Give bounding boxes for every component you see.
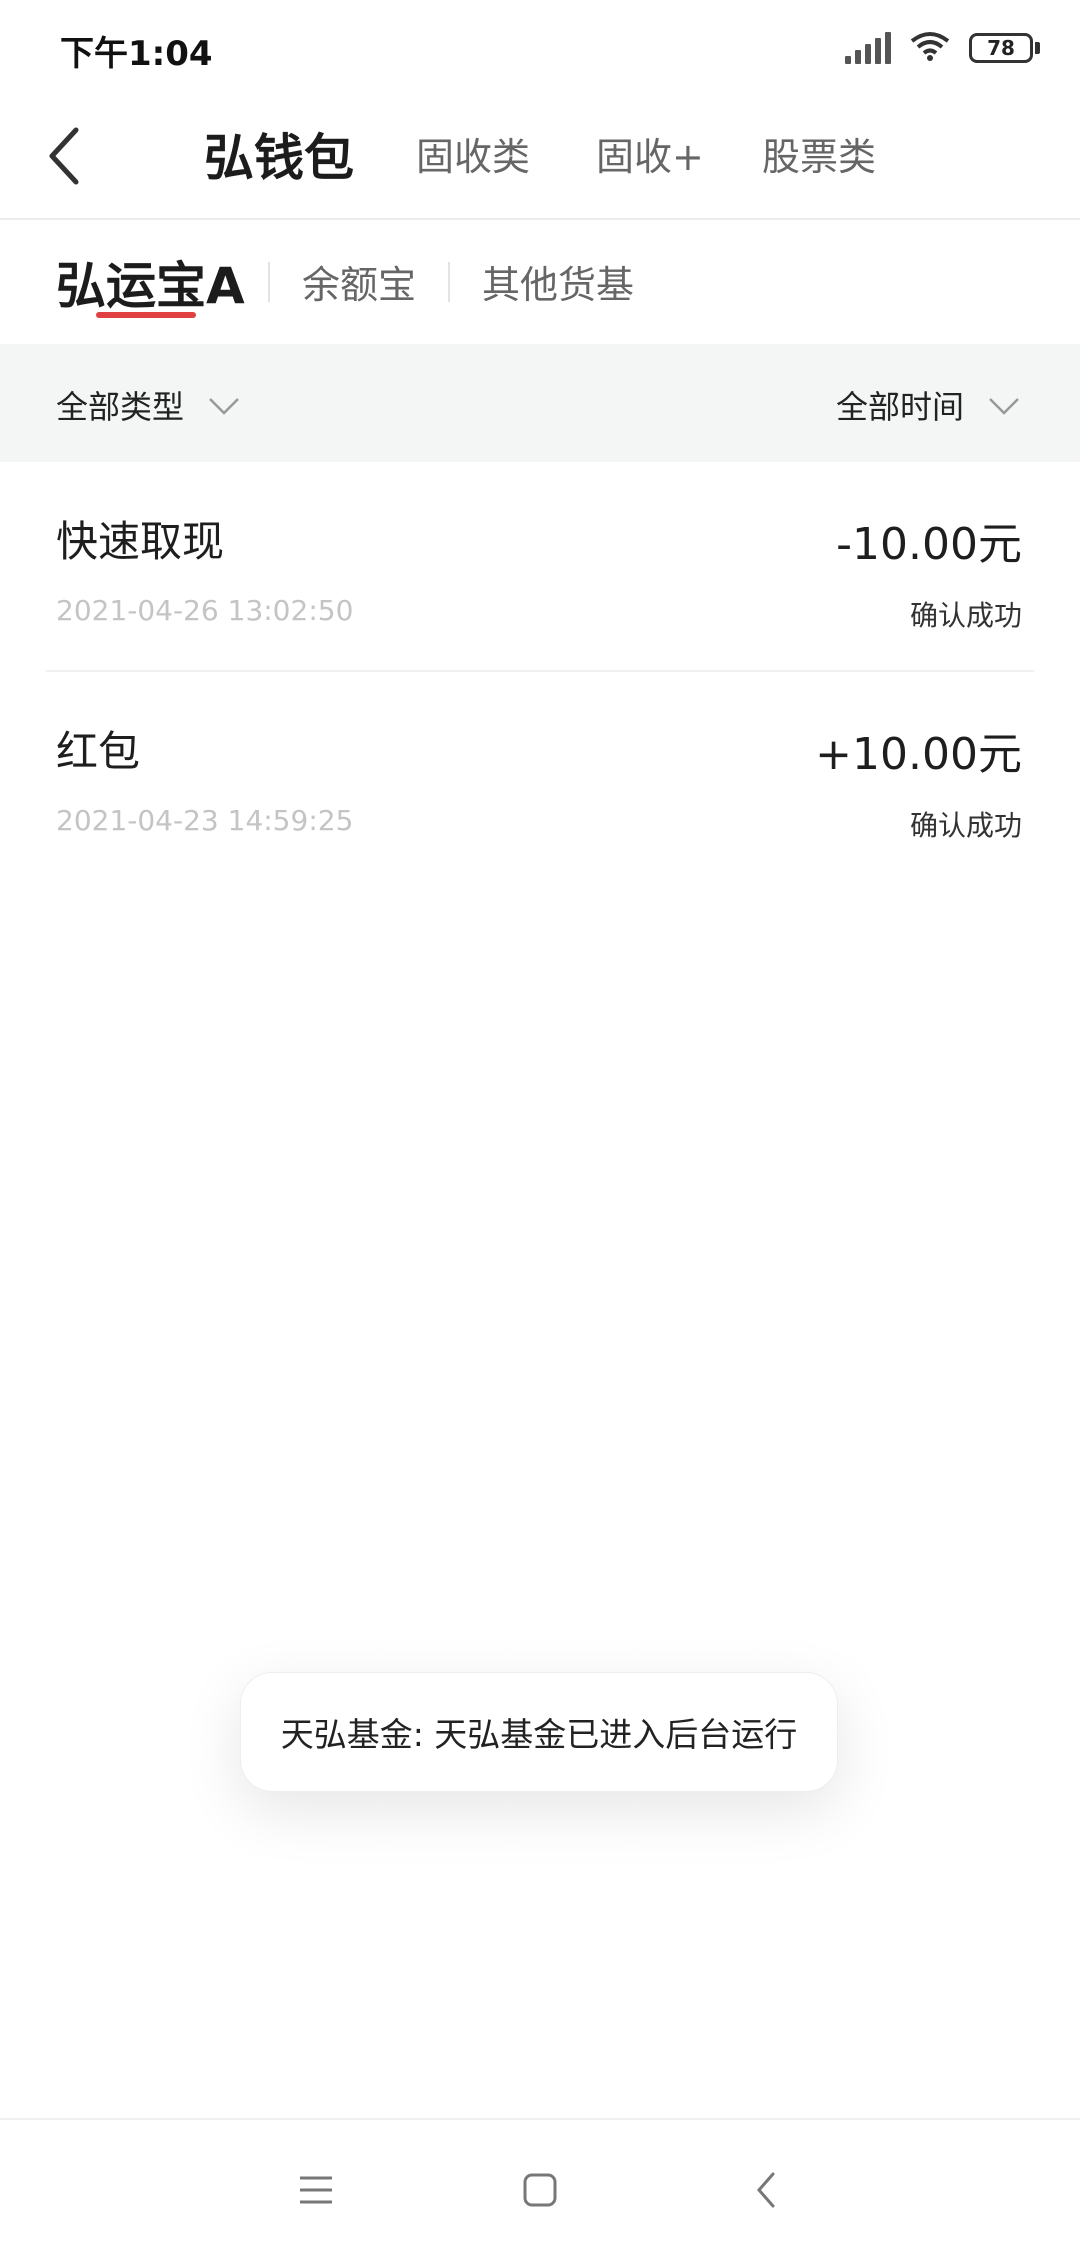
status-bar: 下午1:04 78 <box>0 0 1080 96</box>
menu-icon <box>300 2176 332 2204</box>
battery-level: 78 <box>969 33 1033 63</box>
transaction-title: 快速取现 <box>56 517 225 566</box>
transaction-status: 确认成功 <box>909 809 1022 842</box>
battery-icon: 78 <box>969 33 1040 63</box>
transaction-list: 快速取现 2021-04-26 13:02:50 -10.00元 确认成功 红包… <box>0 462 1080 882</box>
time-filter-label: 全部时间 <box>836 388 965 426</box>
toast-message: 天弘基金: 天弘基金已进入后台运行 <box>240 1672 838 1792</box>
status-time: 下午1:04 <box>60 34 213 74</box>
tab-divider <box>268 262 270 302</box>
chevron-down-icon <box>988 386 1020 424</box>
menu-button[interactable] <box>286 2160 346 2220</box>
square-icon <box>523 2173 557 2207</box>
transaction-row[interactable]: 快速取现 2021-04-26 13:02:50 -10.00元 确认成功 <box>46 462 1034 672</box>
type-filter-label: 全部类型 <box>56 388 185 426</box>
chevron-down-icon <box>208 386 240 424</box>
sub-tabs: 弘运宝A 余额宝 其他货基 <box>0 222 1080 344</box>
back-button[interactable] <box>24 116 104 196</box>
transaction-date: 2021-04-26 13:02:50 <box>56 594 354 627</box>
home-button[interactable] <box>510 2160 570 2220</box>
transaction-status: 确认成功 <box>909 599 1022 632</box>
nav-back-button[interactable] <box>736 2160 796 2220</box>
signal-icon <box>845 32 891 64</box>
transaction-date: 2021-04-23 14:59:25 <box>56 804 354 837</box>
sub-tab-other-money-funds[interactable]: 其他货基 <box>482 254 634 309</box>
top-tab-fixed-income-plus[interactable]: 固收+ <box>596 126 704 181</box>
system-nav-bar <box>0 2118 1080 2248</box>
type-filter[interactable]: 全部类型 <box>56 382 240 428</box>
tab-divider <box>448 262 450 302</box>
active-tab-indicator <box>96 312 196 318</box>
filter-bar: 全部类型 全部时间 <box>0 344 1080 462</box>
status-icons: 78 <box>845 30 1040 66</box>
screen: 下午1:04 78 弘钱包 固收类 固收+ 股票类 弘运宝A 余额宝 其他货基 … <box>0 0 1080 2248</box>
transaction-amount: -10.00元 <box>836 519 1022 570</box>
sub-tab-hongyunbao-a[interactable]: 弘运宝A <box>56 246 245 318</box>
transaction-title: 红包 <box>56 727 141 776</box>
sub-tab-yuebao[interactable]: 余额宝 <box>302 254 416 309</box>
top-tab-stocks[interactable]: 股票类 <box>762 126 876 181</box>
top-tab-hong-wallet[interactable]: 弘钱包 <box>204 118 354 190</box>
chevron-left-icon <box>757 2172 775 2208</box>
top-nav: 弘钱包 固收类 固收+ 股票类 <box>0 96 1080 220</box>
transaction-amount: +10.00元 <box>815 729 1022 780</box>
transaction-row[interactable]: 红包 2021-04-23 14:59:25 +10.00元 确认成功 <box>46 672 1034 882</box>
time-filter[interactable]: 全部时间 <box>836 382 1020 428</box>
wifi-icon <box>909 30 951 66</box>
top-tab-fixed-income[interactable]: 固收类 <box>416 126 530 181</box>
chevron-left-icon <box>49 127 79 185</box>
